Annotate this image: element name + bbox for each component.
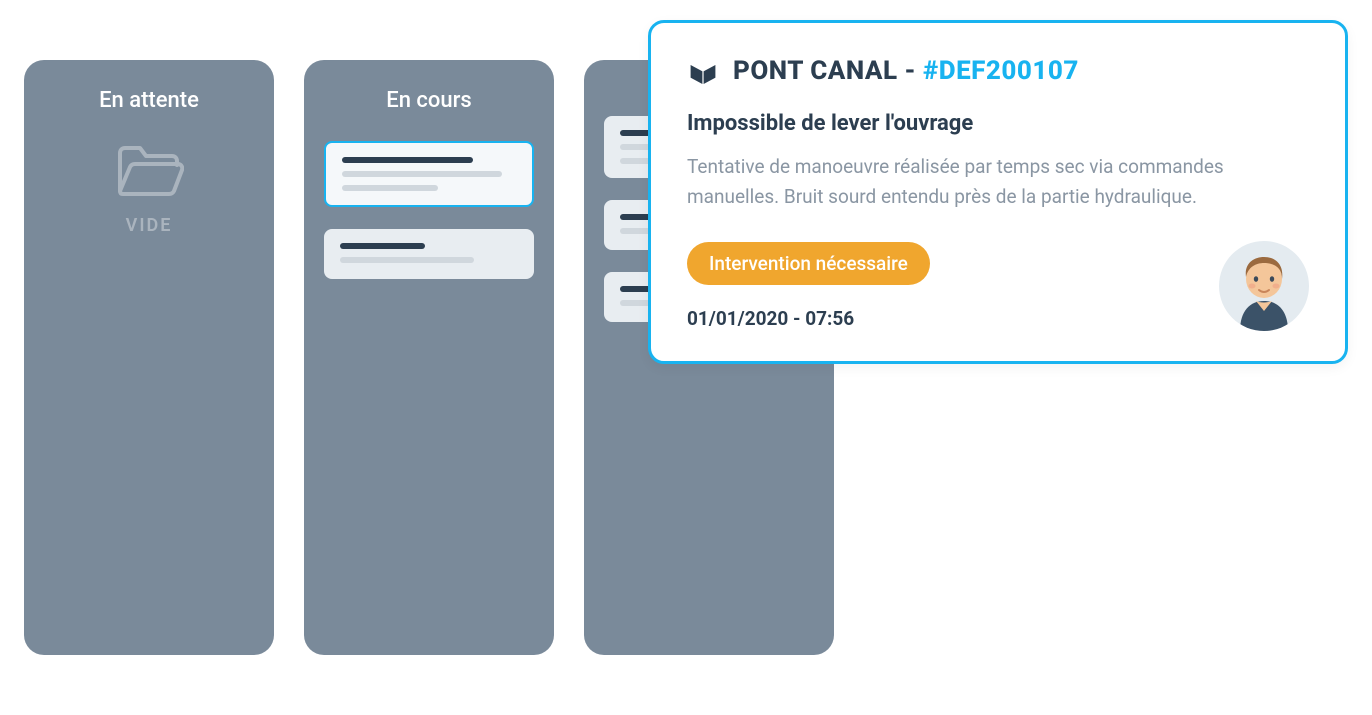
folder-open-icon — [114, 141, 184, 201]
detail-timestamp: 01/01/2020 - 07:56 — [687, 307, 930, 330]
empty-label: VIDE — [126, 215, 173, 236]
card-item[interactable] — [324, 229, 534, 279]
card-line — [342, 157, 473, 163]
detail-header: PONT CANAL - #DEF200107 — [687, 55, 1309, 87]
status-badge[interactable]: Intervention nécessaire — [687, 242, 930, 285]
detail-reference: #DEF200107 — [923, 56, 1079, 86]
detail-title: PONT CANAL - #DEF200107 — [733, 56, 1079, 86]
detail-subtitle: Impossible de lever l'ouvrage — [687, 111, 1309, 136]
column-title: En attente — [44, 88, 254, 113]
detail-location: PONT CANAL — [733, 56, 898, 86]
avatar-icon — [1226, 249, 1302, 331]
cube-icon — [687, 55, 719, 87]
card-line — [342, 185, 438, 191]
column-in-progress: En cours — [304, 60, 554, 655]
card-line — [340, 257, 474, 263]
detail-description: Tentative de manoeuvre réalisée par temp… — [687, 152, 1309, 213]
card-line — [342, 171, 502, 177]
column-title: En cours — [324, 88, 534, 113]
detail-separator: - — [898, 56, 923, 86]
card-line — [340, 243, 425, 249]
detail-footer-left: Intervention nécessaire 01/01/2020 - 07:… — [687, 242, 930, 330]
avatar — [1219, 241, 1309, 331]
empty-state: VIDE — [44, 141, 254, 236]
detail-panel: PONT CANAL - #DEF200107 Impossible de le… — [648, 20, 1348, 364]
detail-footer: Intervention nécessaire 01/01/2020 - 07:… — [687, 241, 1309, 331]
column-pending: En attente VIDE — [24, 60, 274, 655]
card-item[interactable] — [324, 141, 534, 207]
